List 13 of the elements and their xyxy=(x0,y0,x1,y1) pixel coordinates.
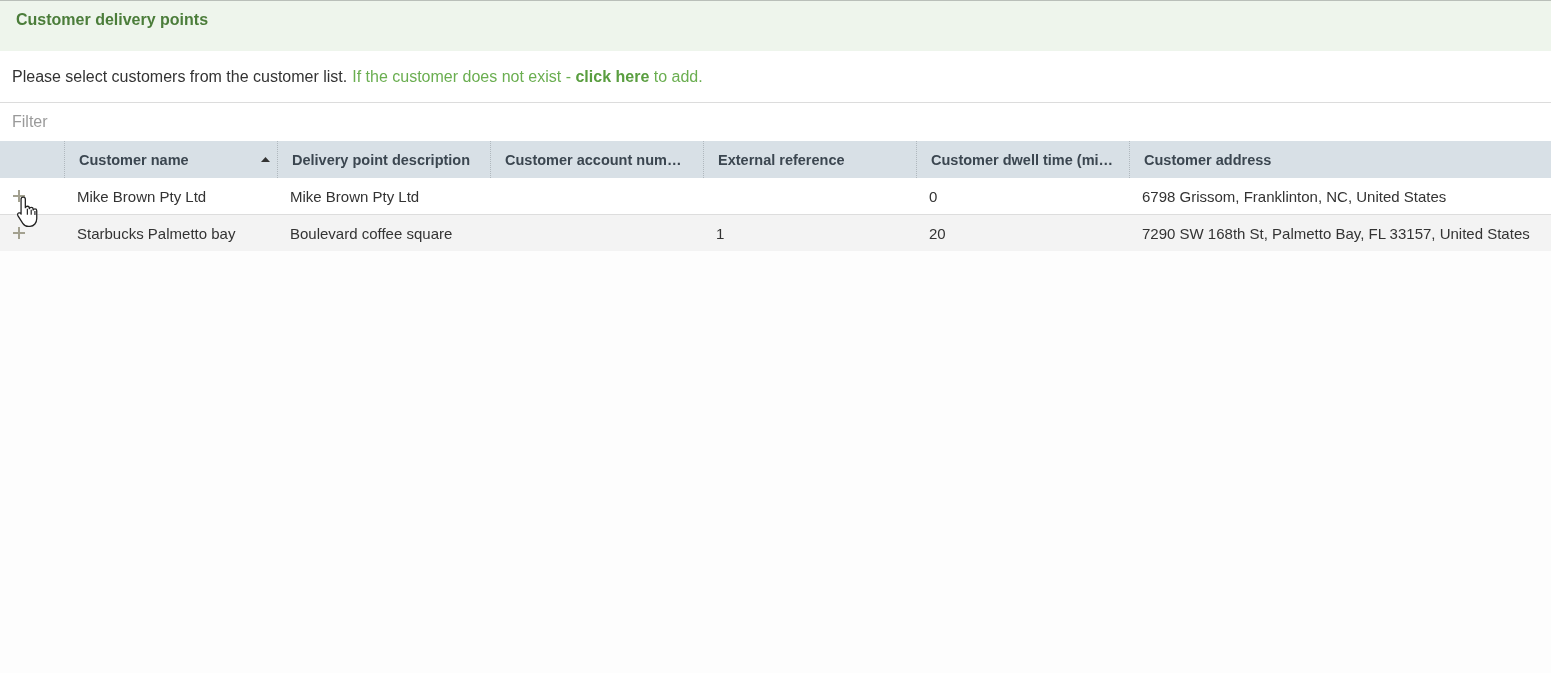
table-cell-text: 6798 Grissom, Franklinton, NC, United States xyxy=(1141,186,1448,207)
table-cell-text: 0 xyxy=(928,186,939,207)
instruction-text: Please select customers from the customer list. xyxy=(12,67,348,86)
plus-icon[interactable] xyxy=(13,190,25,202)
table-cell-text: Starbucks Palmetto bay xyxy=(76,223,237,244)
table-cell-text: 20 xyxy=(928,223,947,244)
table-cell-text: Boulevard coffee square xyxy=(289,223,454,244)
add-customer-hint: If the customer does not exist - click here to add. xyxy=(352,67,703,86)
table-cell-text: Mike Brown Pty Ltd xyxy=(76,186,208,207)
panel-title: Customer delivery points xyxy=(16,10,209,29)
table-cell-text: Mike Brown Pty Ltd xyxy=(289,186,421,207)
table-cell-text: 1 xyxy=(715,223,726,244)
table-cell-text: 7290 SW 168th St, Palmetto Bay, FL 33157, United States xyxy=(1141,223,1531,244)
